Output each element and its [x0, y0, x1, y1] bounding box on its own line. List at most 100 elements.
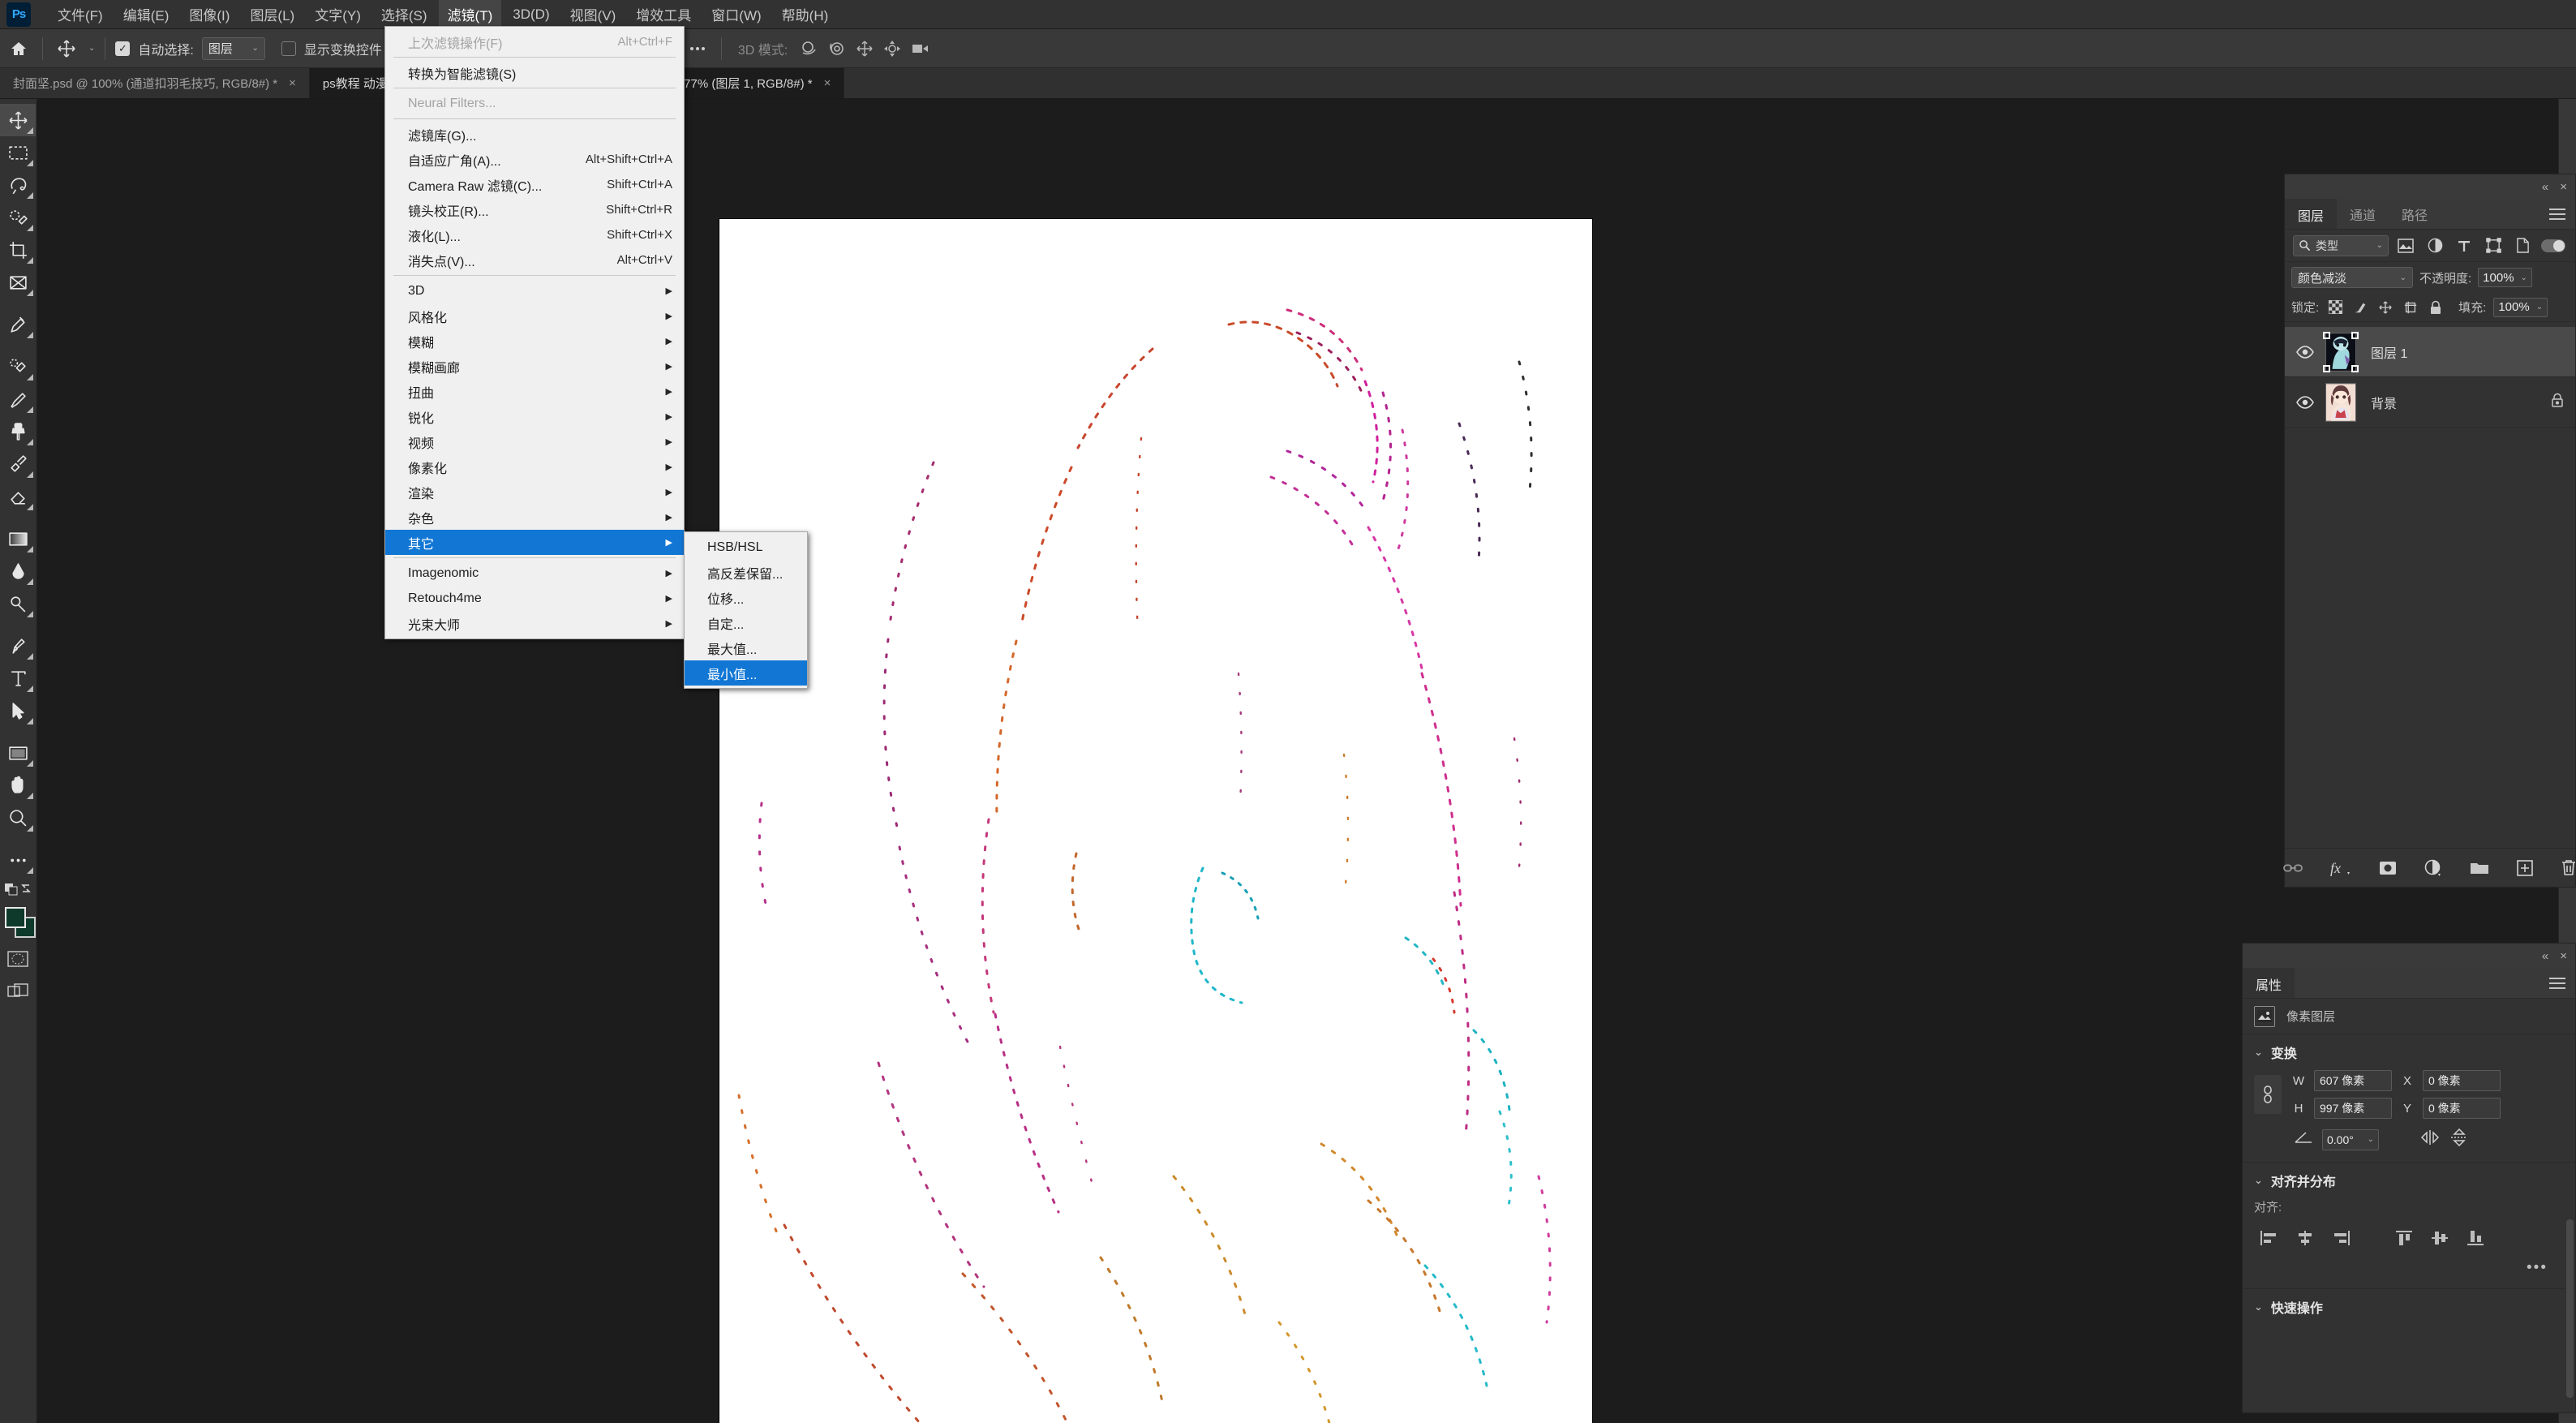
filter-menu-item-16[interactable]: 模糊画廊 ▶	[385, 354, 684, 379]
adjustment-filter-icon[interactable]	[2423, 235, 2447, 256]
move-tool-icon[interactable]	[53, 35, 80, 62]
filter-menu-item-11[interactable]: 消失点(V)... Alt+Ctrl+V	[385, 247, 684, 273]
transform-title-row[interactable]: ⌄ 变换	[2243, 1043, 2575, 1070]
auto-select-dropdown[interactable]: 图层 ⌄	[201, 37, 265, 60]
close-tab-icon[interactable]: ×	[824, 76, 831, 90]
align-more-icon[interactable]: •••	[2243, 1251, 2575, 1277]
layer-visibility-icon[interactable]	[2288, 345, 2322, 359]
layers-panel-tab-1[interactable]: 通道	[2337, 199, 2389, 229]
collapse-icon[interactable]: «	[2542, 180, 2548, 194]
filter-menu-item-20[interactable]: 像素化 ▶	[385, 454, 684, 479]
layers-panel-tab-0[interactable]: 图层	[2285, 199, 2338, 229]
filter-menu-item-6[interactable]: 滤镜库(G)...	[385, 122, 684, 147]
menu-4[interactable]: 文字(Y)	[306, 0, 370, 28]
filter-other-submenu[interactable]: HSB/HSL 高反差保留... 位移... 自定... 最大值... 最小值...	[684, 531, 808, 689]
layers-panel-tab-2[interactable]: 路径	[2389, 199, 2441, 229]
filter-menu-item-19[interactable]: 视频 ▶	[385, 429, 684, 454]
layer-visibility-icon[interactable]	[2288, 395, 2322, 409]
shape-filter-icon[interactable]	[2481, 235, 2505, 256]
filter-menu-item-26[interactable]: Retouch4me ▶	[385, 586, 684, 611]
filter-menu-item-15[interactable]: 模糊 ▶	[385, 329, 684, 354]
filter-submenu-item-2[interactable]: 位移...	[685, 585, 807, 610]
menu-5[interactable]: 选择(S)	[372, 0, 436, 28]
hamburger-icon[interactable]	[2540, 199, 2575, 229]
move-tool-icon[interactable]	[0, 104, 36, 136]
chevron-down-icon[interactable]: ⌄	[2254, 1300, 2263, 1313]
quick-actions-title-row[interactable]: ⌄ 快速操作	[2243, 1297, 2575, 1325]
menu-0[interactable]: 文件(F)	[49, 0, 112, 28]
adjustment-layer-icon[interactable]	[2424, 859, 2442, 877]
width-input[interactable]: 607 像素	[2314, 1070, 2392, 1091]
filter-menu-item-27[interactable]: 光束大师 ▶	[385, 611, 684, 636]
layer-row[interactable]: 背景	[2285, 377, 2575, 428]
flip-vertical-icon[interactable]	[2450, 1128, 2468, 1150]
menu-10[interactable]: 窗口(W)	[702, 0, 770, 28]
filter-submenu-item-4[interactable]: 最大值...	[685, 635, 807, 660]
dodge-tool-icon[interactable]	[0, 587, 36, 620]
align-center-h-icon[interactable]	[2290, 1225, 2321, 1251]
filter-menu-item-22[interactable]: 杂色 ▶	[385, 505, 684, 530]
eraser-tool-icon[interactable]	[0, 480, 36, 513]
filter-menu-item-7[interactable]: 自适应广角(A)... Alt+Shift+Ctrl+A	[385, 147, 684, 172]
pixel-filter-icon[interactable]	[2394, 235, 2418, 256]
color-swatches[interactable]	[0, 905, 36, 943]
lock-artboard-icon[interactable]	[2402, 299, 2419, 316]
hand-tool-icon[interactable]	[0, 769, 36, 802]
filter-menu-item-8[interactable]: Camera Raw 滤镜(C)... Shift+Ctrl+A	[385, 172, 684, 197]
show-transform-checkbox[interactable]	[281, 41, 296, 56]
swap-colors-icon[interactable]	[0, 876, 36, 901]
foreground-color-swatch[interactable]	[5, 907, 26, 928]
layer-row[interactable]: 图层 1	[2285, 327, 2575, 377]
link-icon[interactable]	[2254, 1075, 2282, 1114]
home-icon[interactable]	[5, 35, 32, 62]
align-title-row[interactable]: ⌄ 对齐并分布	[2243, 1171, 2575, 1198]
layer-thumbnail[interactable]	[2322, 331, 2359, 373]
fx-icon[interactable]: fx	[2330, 859, 2351, 877]
height-input[interactable]: 997 像素	[2314, 1098, 2392, 1119]
pan-3d-icon[interactable]	[851, 35, 878, 62]
history-brush-tool-icon[interactable]	[0, 448, 36, 480]
filter-submenu-item-3[interactable]: 自定...	[685, 610, 807, 635]
filter-menu-item-2[interactable]: 转换为智能滤镜(S)	[385, 60, 684, 85]
brush-tool-icon[interactable]	[0, 383, 36, 415]
filter-submenu-item-5[interactable]: 最小值...	[685, 660, 807, 686]
auto-select-checkbox[interactable]: ✓	[115, 41, 131, 56]
menu-6[interactable]: 滤镜(T)	[438, 0, 502, 28]
rotation-input[interactable]: 0.00° ⌄	[2322, 1129, 2379, 1150]
chevron-down-icon[interactable]: ⌄	[2254, 1046, 2263, 1059]
align-top-icon[interactable]	[2389, 1225, 2419, 1251]
filter-menu-item-17[interactable]: 扭曲 ▶	[385, 379, 684, 404]
type-tool-icon[interactable]	[0, 662, 36, 694]
lasso-tool-icon[interactable]	[0, 169, 36, 201]
align-bottom-icon[interactable]	[2460, 1225, 2491, 1251]
menu-3[interactable]: 图层(L)	[241, 0, 303, 28]
filter-menu-item-14[interactable]: 风格化 ▶	[385, 303, 684, 329]
type-filter-icon[interactable]	[2452, 235, 2476, 256]
layer-name[interactable]: 图层 1	[2371, 342, 2407, 362]
collapse-icon[interactable]: «	[2542, 949, 2548, 963]
filter-menu-item-10[interactable]: 液化(L)... Shift+Ctrl+X	[385, 222, 684, 247]
filter-menu-dropdown[interactable]: 上次滤镜操作(F) Alt+Ctrl+F 转换为智能滤镜(S) Neural Filt…	[384, 26, 685, 639]
smart-object-filter-icon[interactable]	[2510, 235, 2535, 256]
filter-toggle[interactable]	[2541, 239, 2565, 252]
close-tab-icon[interactable]: ×	[289, 76, 296, 90]
filter-menu-item-4[interactable]: Neural Filters...	[385, 91, 684, 116]
quick-selection-tool-icon[interactable]	[0, 201, 36, 234]
screen-mode-icon[interactable]	[0, 975, 36, 1008]
lock-all-icon[interactable]	[2427, 299, 2445, 316]
layer-name[interactable]: 背景	[2371, 393, 2397, 412]
properties-scrollbar[interactable]	[2566, 1219, 2574, 1398]
filter-menu-item-18[interactable]: 锐化 ▶	[385, 404, 684, 429]
layer-kind-filter[interactable]: 类型 ⌄	[2293, 234, 2389, 256]
canvas-area[interactable]	[37, 99, 2274, 1423]
document-tab-0[interactable]: 封面坚.psd @ 100% (通道扣羽毛技巧, RGB/8#) * ×	[0, 68, 310, 98]
layer-thumbnail[interactable]	[2322, 381, 2359, 423]
eyedropper-tool-icon[interactable]	[0, 308, 36, 341]
menu-7[interactable]: 3D(D)	[504, 2, 558, 27]
link-layers-icon[interactable]	[2283, 862, 2303, 874]
lock-position-icon[interactable]	[2376, 299, 2394, 316]
blend-mode-dropdown[interactable]: 颜色减淡 ⌄	[2291, 267, 2413, 288]
crop-tool-icon[interactable]	[0, 234, 36, 266]
lock-transparent-icon[interactable]	[2326, 299, 2344, 316]
blur-tool-icon[interactable]	[0, 555, 36, 587]
